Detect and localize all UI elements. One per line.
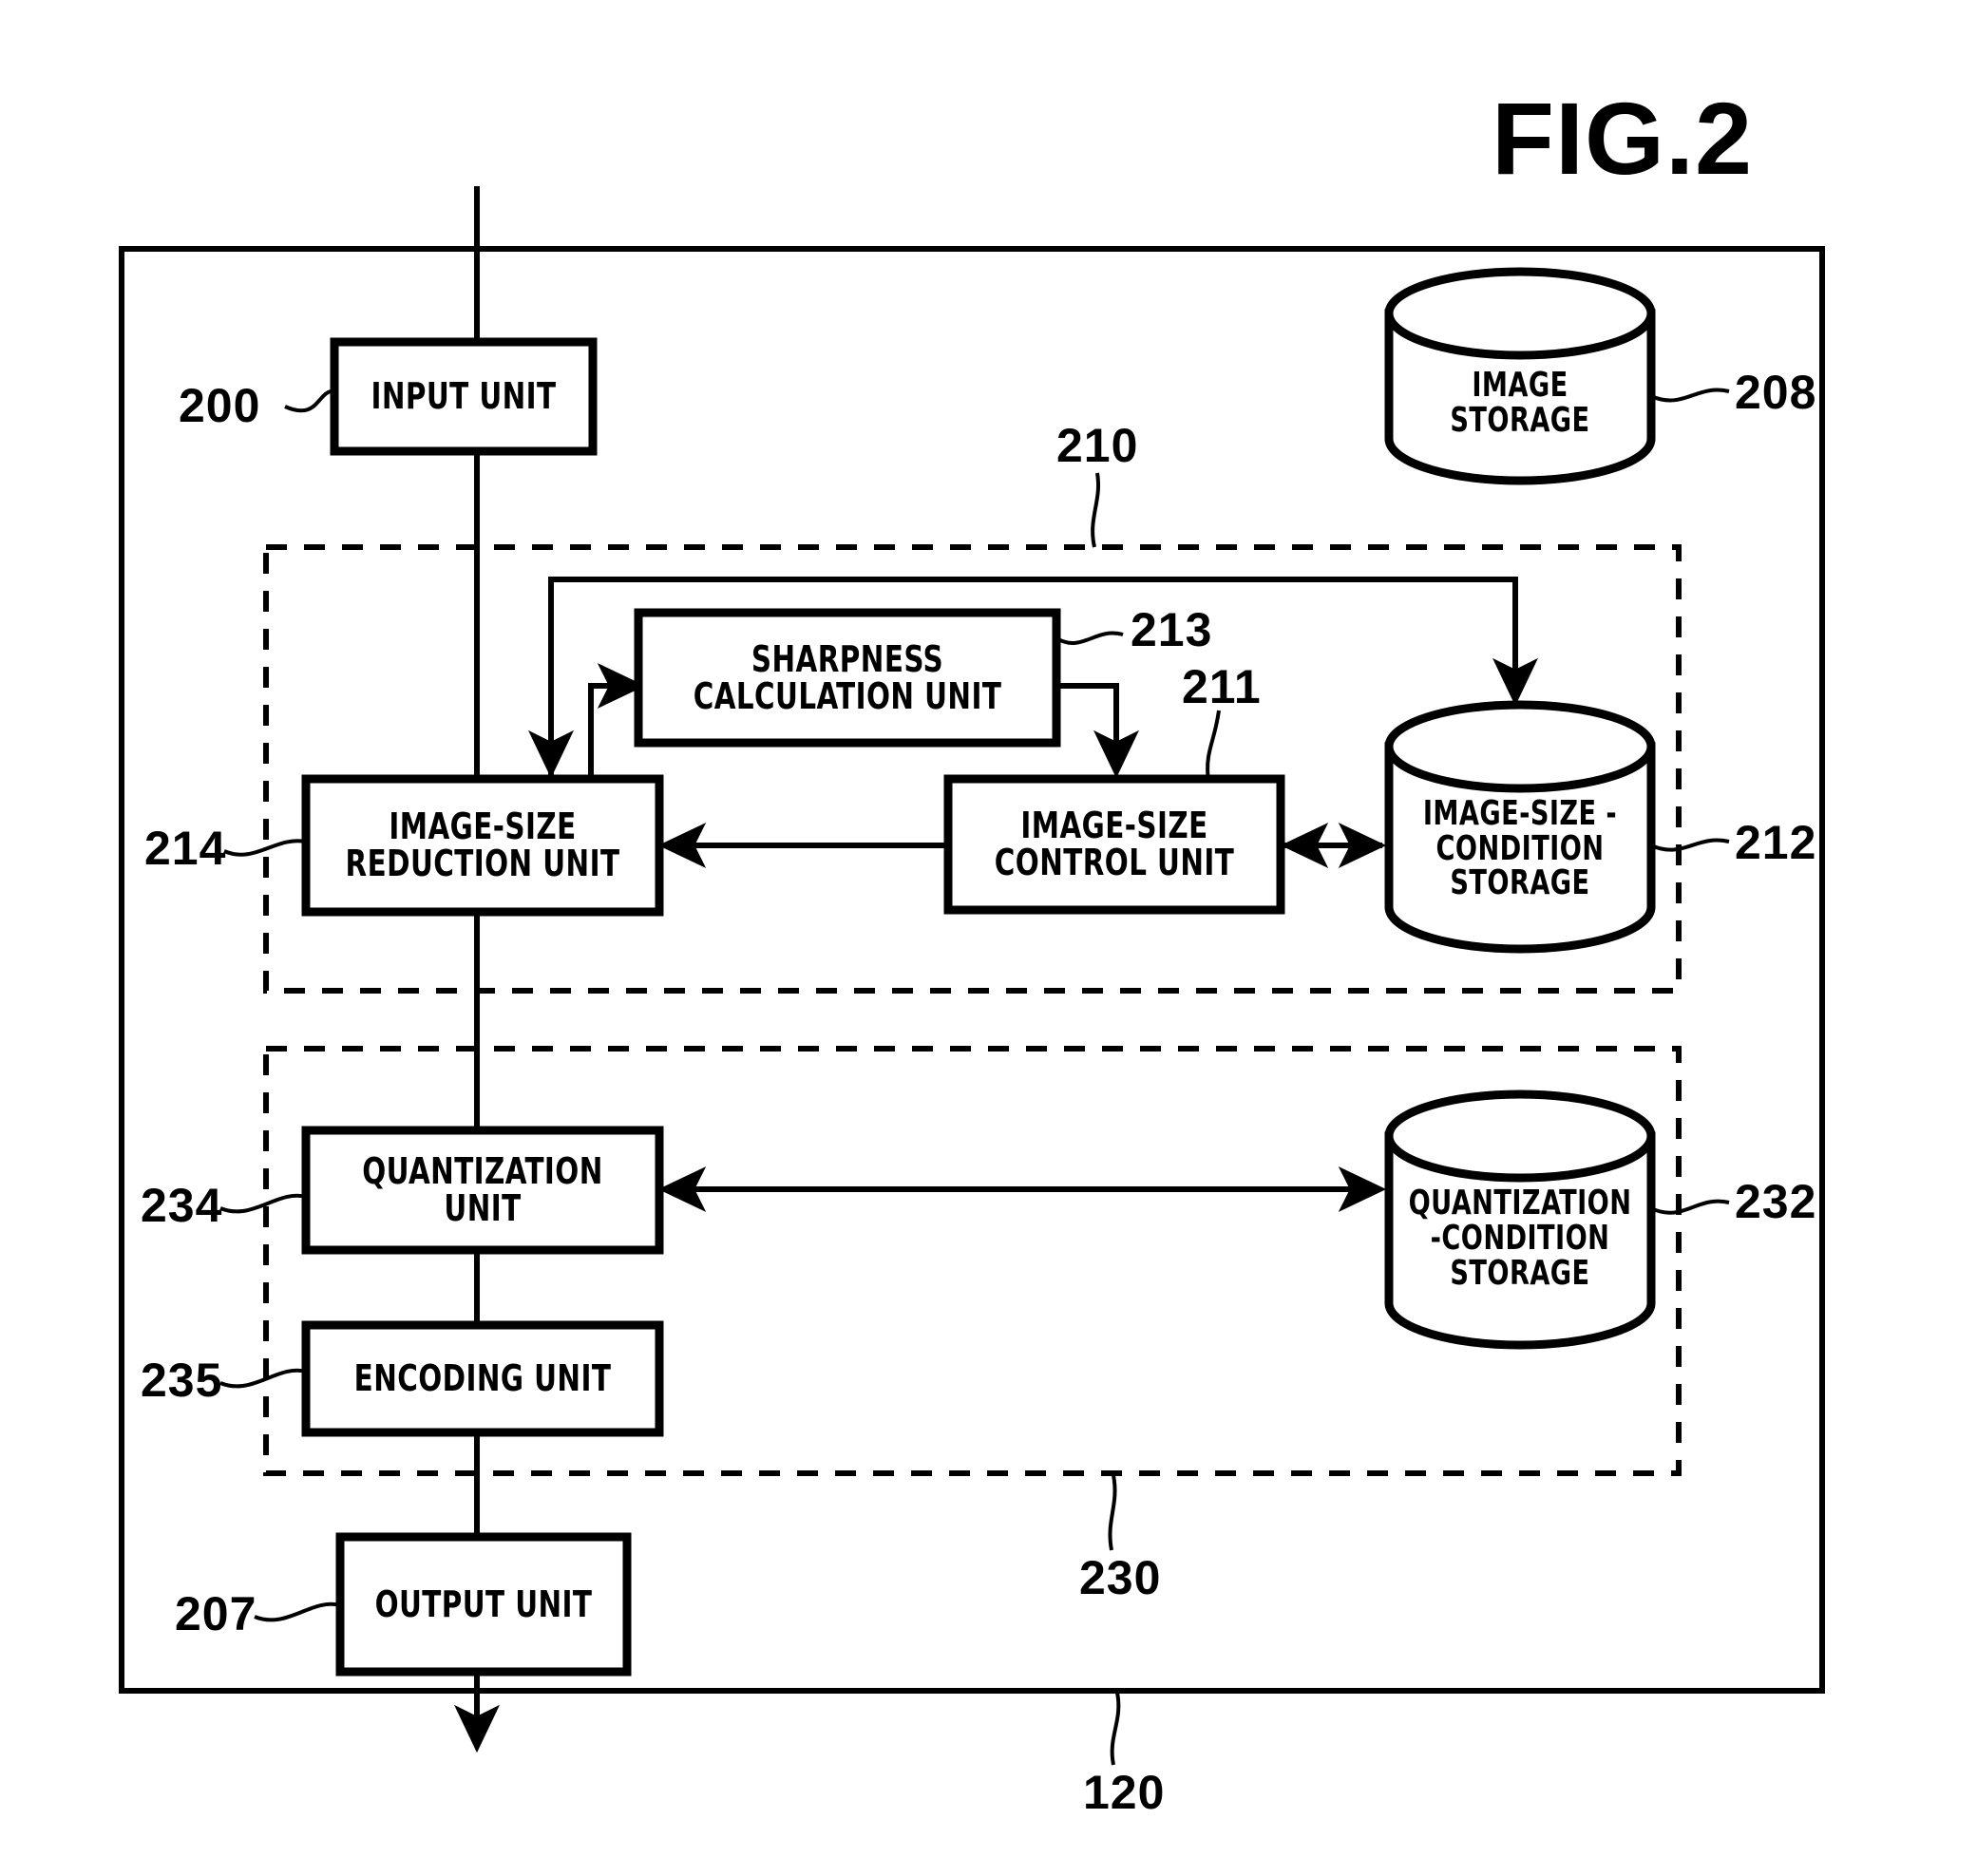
image-size-reduction-unit-label-line-2: REDUCTION UNIT <box>345 843 620 884</box>
ref-num-207: 207 <box>175 1587 257 1640</box>
leader-210 <box>1091 472 1100 548</box>
leader-208 <box>1650 388 1730 403</box>
leader-120 <box>1110 1692 1121 1766</box>
image-size-condition-storage-label-line-1: IMAGE-SIZE <box>1422 793 1597 833</box>
sharpness-calc-unit-label-line-1: SHARPNESS <box>751 637 944 680</box>
image-size-condition-storage-label: IMAGE-SIZE -CONDITION STORAGE <box>1410 783 1630 916</box>
leader-211 <box>1206 710 1221 784</box>
ref-num-211: 211 <box>1182 660 1262 713</box>
image-size-control-unit-label-line-1: IMAGE-SIZE <box>1020 805 1208 847</box>
quantization-condition-storage-label-line-1: QUANTIZATION <box>1408 1184 1632 1223</box>
ref-num-213: 213 <box>1131 603 1213 656</box>
quantization-unit-label-line-1: QUANTIZATION <box>362 1150 603 1193</box>
connector-sharpness-to-control <box>1055 683 1139 779</box>
quantization-unit-label: QUANTIZATION UNIT <box>331 1130 635 1250</box>
input-unit-label-line-1: INPUT UNIT <box>371 375 557 418</box>
quantization-unit-label-line-2: UNIT <box>444 1187 522 1229</box>
encoding-unit-label-line-1: ENCODING UNIT <box>353 1357 612 1400</box>
figure-title: FIG.2 <box>1492 81 1754 196</box>
ref-num-200: 200 <box>179 379 261 432</box>
leader-230 <box>1108 1474 1117 1551</box>
output-unit-label-line-1: OUTPUT UNIT <box>374 1582 593 1625</box>
leader-214 <box>223 839 307 857</box>
image-size-control-unit-label-line-2: CONTROL UNIT <box>994 842 1235 883</box>
ref-num-212: 212 <box>1735 816 1817 869</box>
quantization-condition-storage-label-line-2: -CONDITION <box>1430 1219 1610 1259</box>
connector-reduction-to-sharpness <box>588 663 646 779</box>
leader-212 <box>1650 838 1730 852</box>
input-unit-label: INPUT UNIT <box>352 342 575 451</box>
leader-213 <box>1055 631 1124 645</box>
quantization-condition-storage-label-line-3: STORAGE <box>1450 1253 1590 1293</box>
diagram-vector-layer <box>119 186 1825 1766</box>
image-size-condition-storage-label-line-3: STORAGE <box>1450 863 1590 903</box>
ref-num-210: 210 <box>1056 419 1139 472</box>
leader-200 <box>284 389 335 413</box>
encoding-unit-label: ENCODING UNIT <box>331 1325 635 1432</box>
ref-num-234: 234 <box>141 1179 223 1232</box>
ref-num-208: 208 <box>1735 366 1817 419</box>
ref-num-214: 214 <box>144 822 227 875</box>
leader-232 <box>1650 1199 1730 1215</box>
sharpness-calc-unit-label-line-2: CALCULATION UNIT <box>693 674 1002 717</box>
figure-canvas: FIG.2 INPUT UNIT SHARPNESS CALCULATION U… <box>0 0 1977 1876</box>
ref-num-230: 230 <box>1079 1551 1162 1604</box>
ref-num-120: 120 <box>1083 1766 1166 1819</box>
output-unit-label: OUTPUT UNIT <box>360 1537 607 1672</box>
ref-num-235: 235 <box>141 1354 223 1407</box>
ref-num-232: 232 <box>1735 1175 1817 1228</box>
sharpness-calc-unit-label: SHARPNESS CALCULATION UNIT <box>668 613 1027 743</box>
image-storage-label-line-2: STORAGE <box>1450 401 1590 440</box>
image-storage-label-line-1: IMAGE <box>1472 366 1568 406</box>
quantization-condition-storage-label: QUANTIZATION -CONDITION STORAGE <box>1408 1170 1632 1308</box>
image-storage-label: IMAGE STORAGE <box>1410 351 1630 456</box>
image-size-reduction-unit-label: IMAGE-SIZE REDUCTION UNIT <box>331 779 635 912</box>
image-size-control-unit-label: IMAGE-SIZE CONTROL UNIT <box>972 779 1258 910</box>
leader-207 <box>254 1601 341 1622</box>
image-size-reduction-unit-label-line-1: IMAGE-SIZE <box>389 805 577 848</box>
